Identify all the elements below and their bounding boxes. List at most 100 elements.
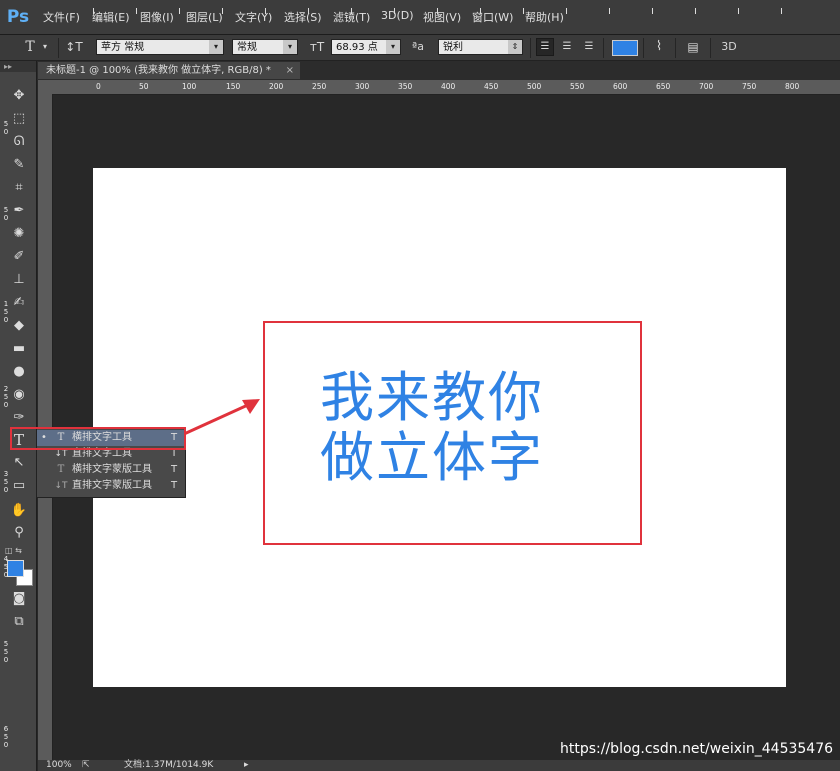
flyout-horizontal-type-mask-tool[interactable]: T 横排文字蒙版工具 T [37, 462, 185, 478]
screen-mode-icon[interactable]: ⧉ [8, 613, 30, 631]
ruler-tick-label: 450 [484, 82, 499, 91]
brush-tool-icon[interactable]: ✐ [8, 248, 30, 266]
toolbox-collapse-icon[interactable]: ▸▸ [0, 61, 36, 72]
menu-file[interactable]: 文件(F) [43, 9, 80, 25]
eraser-tool-icon[interactable]: ◆ [8, 317, 30, 335]
menu-window[interactable]: 窗口(W) [472, 9, 513, 25]
antialias-select[interactable]: 锐利 ⇕ [438, 39, 523, 55]
marquee-tool-icon[interactable]: ⬚ [8, 110, 30, 128]
ruler-tick-label: 350 [398, 82, 413, 91]
align-right-icon[interactable]: ☰ [580, 37, 598, 57]
chevron-down-icon: ⇕ [508, 40, 522, 54]
hand-tool-icon[interactable]: ✋ [8, 502, 30, 520]
default-colors-icon[interactable]: ◫ ⇆ [5, 546, 22, 555]
ruler-tick-label: 500 [527, 82, 542, 91]
move-tool-icon[interactable]: ✥ [8, 87, 30, 105]
separator [675, 38, 676, 58]
font-family-select[interactable]: 苹方 常规 ▾ [96, 39, 224, 55]
ruler-mark [437, 8, 438, 14]
character-panel-icon[interactable]: ▤ [684, 37, 702, 57]
canvas-text-line-2[interactable]: 做立体字 [320, 428, 544, 488]
stamp-tool-icon[interactable]: ⊥ [8, 271, 30, 289]
ruler-tick-label: 700 [699, 82, 714, 91]
highlight-frame [10, 427, 186, 450]
align-center-icon[interactable]: ☰ [558, 37, 576, 57]
font-size-input[interactable]: 68.93 点 ▾ [331, 39, 401, 55]
path-selection-tool-icon[interactable]: ↖ [8, 454, 30, 472]
eyedropper-tool-icon[interactable]: ✒ [8, 202, 30, 220]
gradient-tool-icon[interactable]: ▬ [8, 340, 30, 358]
close-icon[interactable]: × [286, 62, 294, 79]
dodge-tool-icon[interactable]: ◉ [8, 386, 30, 404]
flyout-vertical-type-mask-tool[interactable]: ↓T 直排文字蒙版工具 T [37, 478, 185, 494]
ruler-mark [136, 8, 137, 14]
type-tool-preset-icon[interactable]: T [22, 37, 38, 57]
ruler-mark [566, 8, 567, 14]
ruler-tick-label: 350 [3, 470, 9, 494]
foreground-color-swatch[interactable] [7, 560, 24, 577]
ruler-tick-label: 150 [226, 82, 241, 91]
menu-help[interactable]: 帮助(H) [525, 9, 564, 25]
ruler-tick-label: 50 [139, 82, 149, 91]
text-color-swatch[interactable] [612, 40, 638, 56]
font-size-icon: ᴛT [309, 40, 325, 54]
ruler-mark [523, 8, 524, 14]
menu-layer[interactable]: 图层(L) [186, 9, 223, 25]
zoom-tool-icon[interactable]: ⚲ [8, 524, 30, 542]
separator [643, 38, 644, 58]
ruler-mark [93, 8, 94, 14]
ruler-tick-label: 450 [3, 555, 9, 579]
zoom-level[interactable]: 100% [46, 760, 72, 771]
canvas-text-line-1[interactable]: 我来教你 [320, 368, 544, 428]
document-tab[interactable]: 未标题-1 @ 100% (我来教你 做立体字, RGB/8) * × [38, 62, 300, 79]
ruler-tick-label: 550 [570, 82, 585, 91]
menu-image[interactable]: 图像(I) [140, 9, 174, 25]
warp-text-icon[interactable]: ⌇ [650, 37, 668, 57]
ruler-tick-label: 0 [96, 82, 101, 91]
separator [58, 38, 59, 58]
ruler-tick-label: 150 [3, 300, 9, 324]
quick-selection-tool-icon[interactable]: ✎ [8, 156, 30, 174]
photoshop-logo: Ps [6, 7, 30, 27]
orientation-toggle-icon[interactable]: ↕T [64, 37, 84, 57]
menu-view[interactable]: 视图(V) [423, 9, 461, 25]
pen-tool-icon[interactable]: ✑ [8, 409, 30, 427]
menu-type[interactable]: 文字(Y) [235, 9, 272, 25]
blur-tool-icon[interactable]: ● [8, 363, 30, 381]
align-left-button[interactable]: ☰ [536, 38, 554, 56]
healing-brush-tool-icon[interactable]: ✺ [8, 225, 30, 243]
menu-3d[interactable]: 3D(D) [381, 9, 414, 22]
ruler-mark [351, 8, 352, 14]
status-menu-arrow-icon[interactable]: ▸ [244, 760, 249, 771]
ruler-tick-label: 250 [312, 82, 327, 91]
ruler-tick-label: 550 [3, 640, 9, 664]
ruler-mark [179, 8, 180, 14]
export-icon[interactable]: ⇱ [82, 760, 90, 771]
ruler-tick-label: 50 [3, 120, 9, 136]
ruler-mark [652, 8, 653, 14]
menu-edit[interactable]: 编辑(E) [92, 9, 130, 25]
align-left-icon: ☰ [540, 41, 550, 52]
horizontal-ruler [38, 80, 840, 95]
ruler-tick-label: 100 [182, 82, 197, 91]
crop-tool-icon[interactable]: ⌗ [8, 179, 30, 197]
menu-select[interactable]: 选择(S) [284, 9, 322, 25]
ruler-tick-label: 800 [785, 82, 800, 91]
status-bar: 100% ⇱ 文档:1.37M/1014.9K ▸ [38, 760, 840, 771]
lasso-tool-icon[interactable]: ᘏ [8, 133, 30, 151]
shape-tool-icon[interactable]: ▭ [8, 477, 30, 495]
ruler-mark [265, 8, 266, 14]
preset-chevron-icon[interactable]: ▾ [40, 37, 50, 57]
ruler-mark [738, 8, 739, 14]
chevron-down-icon: ▾ [386, 40, 400, 54]
ruler-tick-label: 650 [3, 725, 9, 749]
ruler-mark [222, 8, 223, 14]
annotation-arrow [183, 399, 260, 436]
history-brush-tool-icon[interactable]: ✍ [8, 294, 30, 312]
quick-mask-icon[interactable]: ◙ [8, 590, 30, 608]
horizontal-type-mask-icon: T [57, 464, 65, 475]
ruler-mark [480, 8, 481, 14]
3d-button[interactable]: 3D [718, 37, 740, 57]
ruler-mark [308, 8, 309, 14]
font-style-select[interactable]: 常规 ▾ [232, 39, 298, 55]
